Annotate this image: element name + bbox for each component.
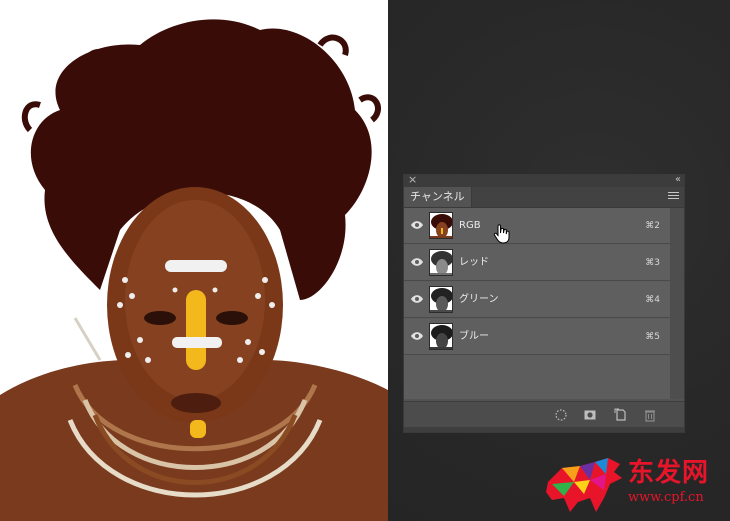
channel-row-rgb[interactable]: RGB ⌘2 (404, 208, 670, 244)
panel-tab-bar: チャンネル (404, 187, 684, 208)
close-icon[interactable]: × (408, 173, 417, 187)
hand-cursor-icon (493, 224, 510, 244)
panel-scrollbar[interactable] (670, 208, 684, 399)
channel-shortcut: ⌘3 (645, 258, 660, 268)
tab-channels[interactable]: チャンネル (404, 187, 472, 207)
watermark-url: www.cpf.cn (628, 490, 704, 505)
eye-icon[interactable] (410, 257, 424, 267)
channel-row-green[interactable]: グリーン ⌘4 (404, 282, 670, 318)
load-selection-icon[interactable] (554, 408, 568, 422)
portrait-image (0, 19, 388, 521)
site-watermark: 东发网 www.cpf.cn (540, 452, 725, 518)
channel-shortcut: ⌘5 (645, 332, 660, 342)
channel-name: レッド (459, 257, 489, 268)
channel-shortcut: ⌘4 (645, 295, 660, 305)
panel-footer (404, 401, 684, 428)
document-canvas-photo (0, 0, 388, 521)
eye-icon[interactable] (410, 294, 424, 304)
channel-row-red[interactable]: レッド ⌘3 (404, 245, 670, 281)
panel-title-bar[interactable]: × ‹‹ (404, 173, 684, 187)
watermark-title: 东发网 (628, 458, 710, 488)
new-channel-icon[interactable] (614, 408, 628, 422)
channel-name: RGB (459, 220, 481, 231)
eye-icon[interactable] (410, 220, 424, 230)
panel-bottom-edge (404, 427, 684, 432)
panel-menu-icon[interactable] (668, 192, 679, 201)
bull-logo-icon (546, 458, 622, 512)
channel-thumbnail (429, 323, 453, 350)
channel-thumbnail (429, 212, 453, 239)
channel-thumbnail (429, 249, 453, 276)
channel-row-blue[interactable]: ブルー ⌘5 (404, 319, 670, 355)
double-chevron-icon[interactable]: ‹‹ (675, 174, 681, 186)
save-selection-icon[interactable] (583, 408, 597, 422)
channel-list: RGB ⌘2 レッド ⌘3 グリーン ⌘4 ブルー ⌘5 (404, 208, 670, 399)
channels-panel: × ‹‹ チャンネル RGB ⌘2 レッド ⌘3 グリーン ⌘4 ブルー ⌘5 (403, 173, 685, 433)
channel-shortcut: ⌘2 (645, 221, 660, 231)
eye-icon[interactable] (410, 331, 424, 341)
channel-name: グリーン (459, 294, 499, 305)
channel-thumbnail (429, 286, 453, 313)
channel-name: ブルー (459, 331, 489, 342)
trash-icon[interactable] (643, 408, 657, 422)
